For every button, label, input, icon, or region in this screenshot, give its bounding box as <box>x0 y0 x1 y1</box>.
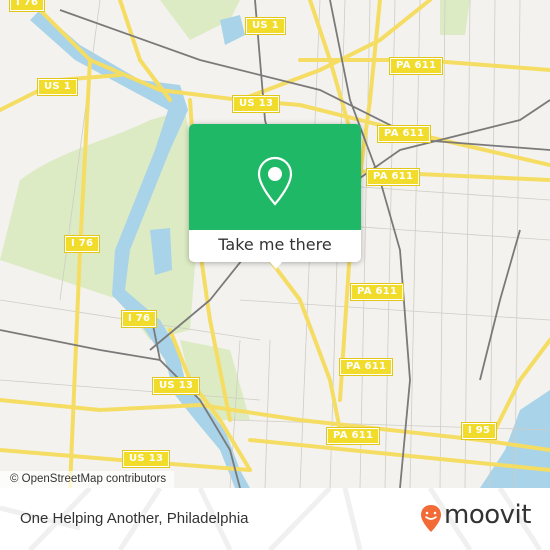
reservoir <box>220 15 245 45</box>
map-pin-icon <box>257 156 293 206</box>
road-shield-i95: I 95 <box>460 422 498 440</box>
road-shield-pa611: PA 611 <box>376 125 432 143</box>
moovit-pin-icon <box>421 505 441 532</box>
road-shield-i76: I 76 <box>8 0 46 12</box>
road-shield-us13: US 13 <box>231 95 281 113</box>
popup-pointer <box>269 261 283 269</box>
road-shield-us13: US 13 <box>151 377 201 395</box>
road-shield-pa611: PA 611 <box>325 427 381 445</box>
location-popup[interactable]: Take me there <box>189 124 361 269</box>
road-shield-us1: US 1 <box>245 17 286 35</box>
road-shield-i76: I 76 <box>120 310 158 328</box>
road-shield-pa611: PA 611 <box>388 57 444 75</box>
road-shield-pa611: PA 611 <box>349 283 405 301</box>
footer-bar: One Helping Another, Philadelphia moovit <box>0 488 550 550</box>
osm-attribution[interactable]: © OpenStreetMap contributors <box>0 471 175 488</box>
road-shield-pa611: PA 611 <box>338 358 394 376</box>
map-view[interactable]: I 76 US 1 US 1 US 13 PA 611 PA 611 PA 61… <box>0 0 550 488</box>
moovit-wordmark: moovit <box>444 500 531 530</box>
take-me-there-button[interactable]: Take me there <box>189 230 361 262</box>
place-name: One Helping Another, Philadelphia <box>20 510 249 527</box>
road-shield-i76: I 76 <box>63 235 101 253</box>
popup-header[interactable] <box>189 124 361 230</box>
road-shield-pa611: PA 611 <box>365 168 421 186</box>
road-shield-us1: US 1 <box>37 78 78 96</box>
road-shield-us13: US 13 <box>121 450 171 468</box>
